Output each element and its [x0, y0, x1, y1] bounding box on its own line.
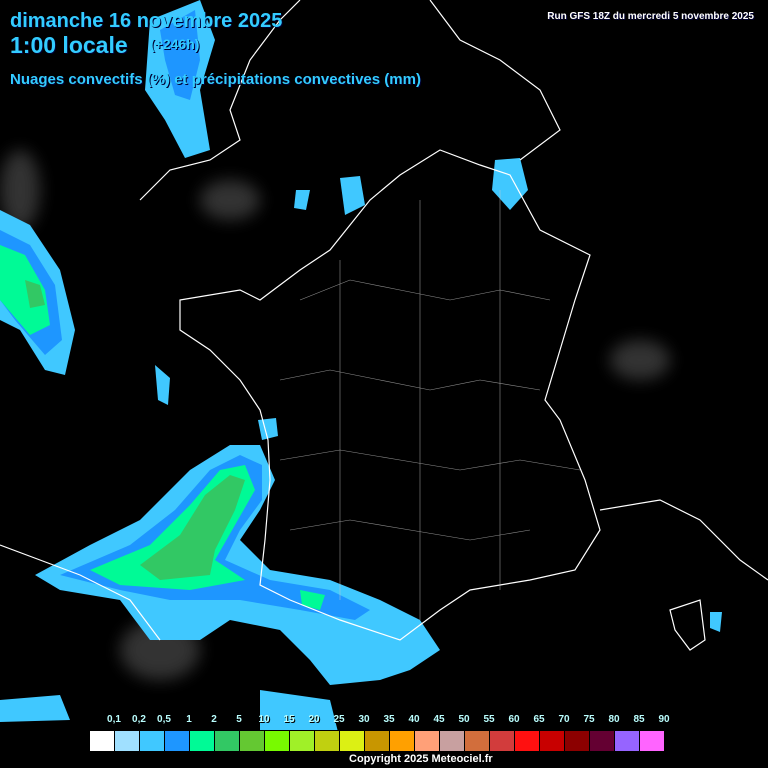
legend-label: 40: [408, 714, 420, 725]
legend-swatch: [490, 731, 515, 751]
legend-swatch: [540, 731, 565, 751]
copyright: Copyright 2025 Meteociel.fr: [349, 753, 493, 765]
legend-swatch: [365, 731, 390, 751]
legend-label: 90: [658, 714, 670, 725]
legend-swatch: [265, 731, 290, 751]
legend-swatch: [90, 731, 115, 751]
legend-label: 30: [358, 714, 370, 725]
legend-swatch: [565, 731, 590, 751]
legend-swatch: [390, 731, 415, 751]
department-borders: [279, 190, 581, 620]
legend-label: 85: [633, 714, 645, 725]
legend-label: 45: [433, 714, 445, 725]
legend-label: 0,5: [157, 714, 171, 725]
legend-label: 25: [333, 714, 345, 725]
weather-map-view: dimanche 16 novembre 2025 1:00 locale (+…: [0, 0, 768, 768]
legend-label: 65: [533, 714, 545, 725]
legend-label: 75: [583, 714, 595, 725]
legend-label: 55: [483, 714, 495, 725]
legend-swatch: [465, 731, 490, 751]
legend-label: 70: [558, 714, 570, 725]
legend-label: 1: [186, 714, 192, 725]
legend-swatch: [615, 731, 640, 751]
legend-label: 20: [308, 714, 320, 725]
legend-swatch: [215, 731, 240, 751]
legend-label: 50: [458, 714, 470, 725]
legend-swatch: [515, 731, 540, 751]
legend-swatch: [240, 731, 265, 751]
legend-swatch: [315, 731, 340, 751]
legend-swatch: [440, 731, 465, 751]
legend-swatch: [290, 731, 315, 751]
map-subtitle: Nuages convectifs (%) et précipitations …: [10, 71, 421, 88]
precipitation-areas: [0, 0, 722, 740]
legend-label: 2: [211, 714, 217, 725]
legend-label: 0,1: [107, 714, 121, 725]
forecast-date: dimanche 16 novembre 2025: [10, 10, 283, 32]
legend-label: 35: [383, 714, 395, 725]
legend-label: 60: [508, 714, 520, 725]
legend-label: 15: [283, 714, 295, 725]
legend-swatch: [590, 731, 615, 751]
legend-label: 10: [258, 714, 270, 725]
legend-label: 5: [236, 714, 242, 725]
legend-swatch: [165, 731, 190, 751]
map-canvas: [0, 0, 768, 740]
legend-label: 0,2: [132, 714, 146, 725]
legend-label: 80: [608, 714, 620, 725]
model-run-info: Run GFS 18Z du mercredi 5 novembre 2025: [547, 11, 754, 22]
legend-swatch: [340, 731, 365, 751]
legend-swatch: [415, 731, 440, 751]
legend-swatch: [115, 731, 140, 751]
color-legend: [89, 730, 666, 752]
legend-swatch: [140, 731, 165, 751]
forecast-lead-time: (+246h): [150, 36, 200, 52]
legend-swatch: [640, 731, 665, 751]
forecast-time: 1:00 locale: [10, 32, 128, 58]
legend-swatch: [190, 731, 215, 751]
